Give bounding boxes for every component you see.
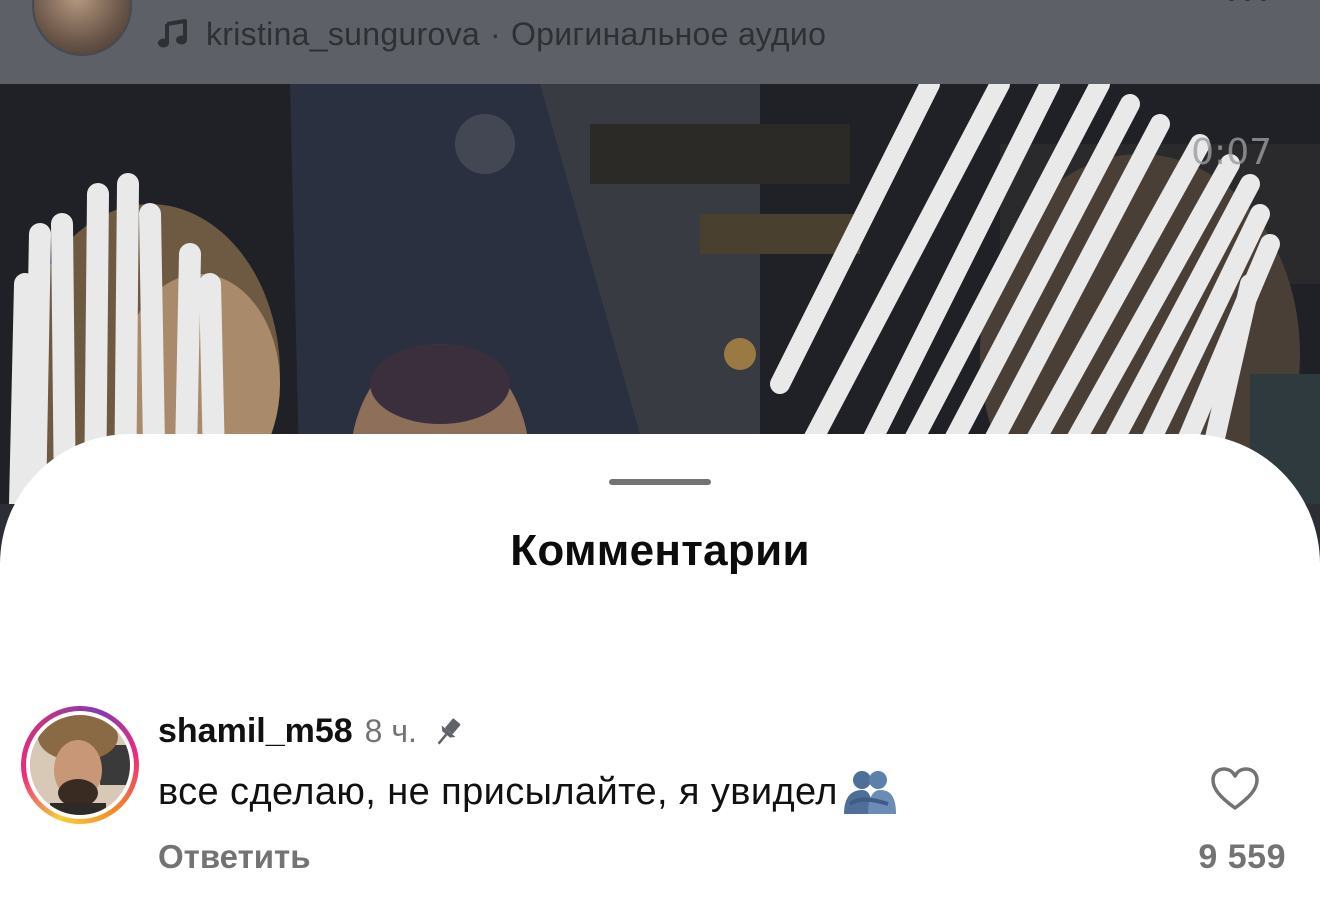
hugging-people-emoji-icon	[843, 771, 896, 814]
author-avatar[interactable]	[32, 0, 132, 56]
video-timer: 0:07	[1191, 132, 1272, 173]
audio-attribution[interactable]: kristina_sungurova · Оригинальное аудио	[158, 14, 826, 54]
comment-item: shamil_m58 8 ч. все сделаю, не присылайт…	[0, 704, 1320, 904]
reel-screen: kristina_sungurova · Оригинальное аудио	[0, 0, 1320, 905]
sheet-drag-handle[interactable]	[609, 479, 711, 485]
comment-body: все сделаю, не присылайте, я увидел	[158, 770, 838, 813]
pin-icon	[437, 717, 461, 744]
audio-author[interactable]: kristina_sungurova	[206, 16, 480, 53]
music-note-icon	[158, 19, 187, 48]
story-ring[interactable]	[21, 706, 139, 824]
like-count: 9 559	[1198, 838, 1286, 876]
sheet-title: Комментарии	[510, 526, 810, 575]
comment-timestamp: 8 ч.	[364, 713, 417, 749]
comments-sheet: Комментарии shamil_m58 8 ч. все сделаю, …	[0, 434, 1320, 905]
reply-button[interactable]: Ответить	[158, 838, 311, 876]
heart-icon[interactable]	[1210, 766, 1260, 812]
audio-separator: ·	[490, 15, 501, 52]
avatar[interactable]	[30, 715, 130, 815]
avatar-photo	[30, 715, 130, 815]
comment-username[interactable]: shamil_m58	[158, 712, 353, 751]
more-options-icon[interactable]	[1227, 0, 1268, 1]
reel-header: kristina_sungurova · Оригинальное аудио	[0, 0, 1320, 84]
comment-text: все сделаю, не присылайте, я увидел	[158, 768, 900, 816]
audio-title[interactable]: Оригинальное аудио	[511, 16, 826, 53]
comment-meta: shamil_m58 8 ч.	[158, 712, 465, 751]
